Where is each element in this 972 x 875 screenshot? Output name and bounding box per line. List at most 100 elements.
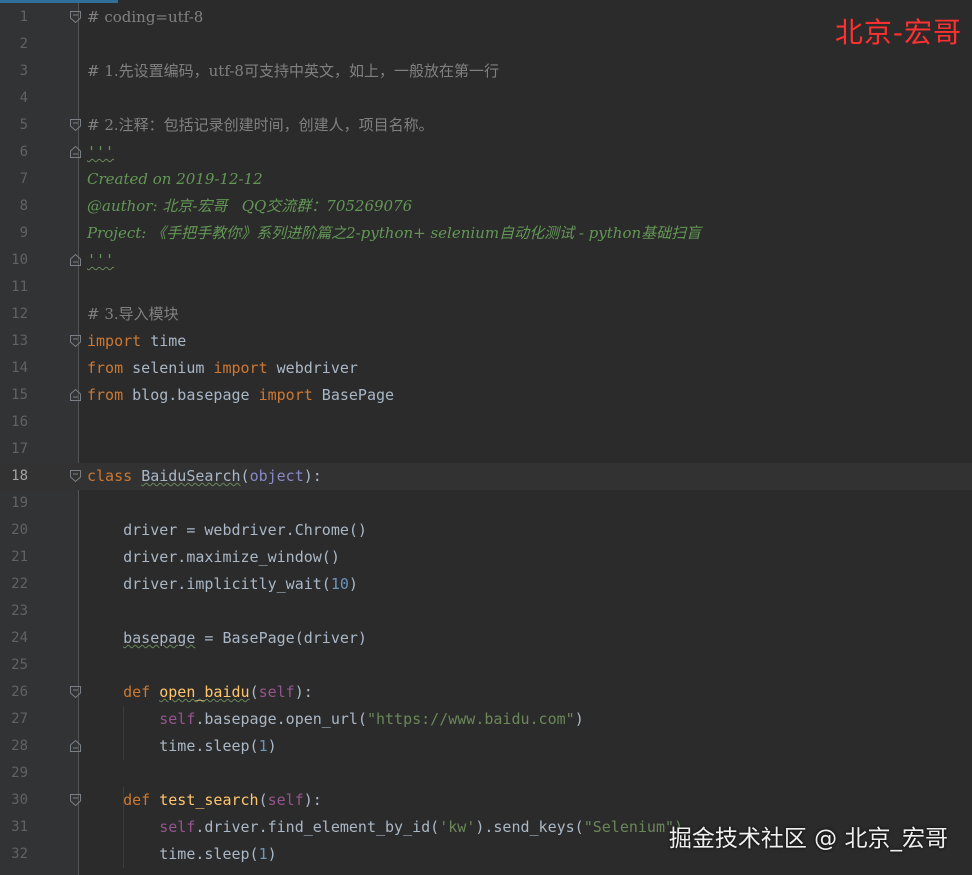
code-text[interactable]: driver = webdriver.Chrome() xyxy=(87,517,367,544)
code-line[interactable]: 12 # 3.导入模块 xyxy=(0,301,972,328)
code-token: 10 xyxy=(330,575,349,593)
code-text[interactable]: from selenium import webdriver xyxy=(87,355,358,382)
code-line[interactable]: 21 driver.maximize_window() xyxy=(0,544,972,571)
line-number: 15 xyxy=(11,387,28,403)
line-number: 30 xyxy=(11,792,28,808)
code-token: ( xyxy=(249,683,259,701)
code-token: driver = webdriver.Chrome() xyxy=(87,521,367,539)
code-line[interactable]: 30 def test_search(self): xyxy=(0,787,972,814)
code-text[interactable]: # 1.先设置编码，utf-8可支持中英文，如上，一般放在第一行 xyxy=(87,58,499,85)
code-line[interactable]: 18 class BaiduSearch(object): xyxy=(0,463,972,490)
fold-end-icon[interactable] xyxy=(70,146,81,158)
code-line[interactable]: 15 from blog.basepage import BasePage xyxy=(0,382,972,409)
line-number: 11 xyxy=(11,279,28,295)
code-text[interactable]: ''' xyxy=(87,247,114,274)
code-line[interactable]: 2 xyxy=(0,31,972,58)
code-line[interactable]: 14 from selenium import webdriver xyxy=(0,355,972,382)
fold-end-icon[interactable] xyxy=(70,740,81,752)
fold-collapse-icon[interactable] xyxy=(70,335,81,347)
code-line[interactable]: 22 driver.implicitly_wait(10) xyxy=(0,571,972,598)
code-text[interactable]: self.driver.find_element_by_id('kw').sen… xyxy=(87,814,683,841)
code-token: ( xyxy=(240,467,250,485)
code-text[interactable]: self.basepage.open_url("https://www.baid… xyxy=(87,706,583,733)
code-line[interactable]: 25 xyxy=(0,652,972,679)
fold-end-icon[interactable] xyxy=(70,254,81,266)
fold-collapse-icon[interactable] xyxy=(70,11,81,23)
line-number: 4 xyxy=(19,90,28,106)
line-number: 12 xyxy=(11,306,28,322)
code-line[interactable]: 24 basepage = BasePage(driver) xyxy=(0,625,972,652)
code-line[interactable]: 23 xyxy=(0,598,972,625)
code-text[interactable]: def test_search(self): xyxy=(87,787,322,814)
code-text[interactable]: basepage = BasePage(driver) xyxy=(87,625,367,652)
watermark-top: 北京-宏哥 xyxy=(834,16,962,49)
fold-end-icon[interactable] xyxy=(70,389,81,401)
code-editor[interactable]: 1 # coding=utf-8 2 3 # 1.先设置编码，utf-8可支持中英文，如… xyxy=(0,0,972,875)
code-line[interactable]: 27 self.basepage.open_url("https://www.b… xyxy=(0,706,972,733)
code-text[interactable]: # 2.注释：包括记录创建时间，创建人，项目名称。 xyxy=(87,112,434,139)
fold-collapse-icon[interactable] xyxy=(70,686,81,698)
code-token: import xyxy=(213,359,268,377)
code-text[interactable]: @author: 北京-宏哥 QQ交流群：705269076 xyxy=(87,193,412,220)
code-token: basepage xyxy=(123,629,196,647)
code-text[interactable]: Created on 2019-12-12 xyxy=(87,166,263,193)
code-text[interactable]: time.sleep(1) xyxy=(87,841,276,868)
code-line[interactable]: 9 Project: 《手把手教你》系列进阶篇之2-python+ seleniu… xyxy=(0,220,972,247)
line-number: 26 xyxy=(11,684,28,700)
line-number: 7 xyxy=(19,171,28,187)
line-number: 16 xyxy=(11,414,28,430)
code-token: open_baidu xyxy=(159,683,250,701)
code-token: ''' xyxy=(87,251,115,269)
code-line[interactable]: 26 def open_baidu(self): xyxy=(0,679,972,706)
fold-collapse-icon[interactable] xyxy=(70,794,81,806)
code-line[interactable]: 4 xyxy=(0,85,972,112)
code-token: BaiduSearch xyxy=(141,467,241,485)
code-token: ) xyxy=(267,737,277,755)
code-line[interactable]: 5 # 2.注释：包括记录创建时间，创建人，项目名称。 xyxy=(0,112,972,139)
fold-collapse-icon[interactable] xyxy=(70,119,81,131)
line-number: 29 xyxy=(11,765,28,781)
code-line[interactable]: 19 xyxy=(0,490,972,517)
code-text[interactable]: # 3.导入模块 xyxy=(87,301,179,328)
code-line[interactable]: 28 time.sleep(1) xyxy=(0,733,972,760)
fold-collapse-icon[interactable] xyxy=(70,470,81,482)
code-token: ) xyxy=(348,575,358,593)
code-token: # 2.注释：包括记录创建时间，创建人，项目名称。 xyxy=(87,116,434,134)
code-text[interactable]: import time xyxy=(87,328,186,355)
code-line[interactable]: 16 xyxy=(0,409,972,436)
code-token: import xyxy=(258,386,313,404)
code-line[interactable]: 3 # 1.先设置编码，utf-8可支持中英文，如上，一般放在第一行 xyxy=(0,58,972,85)
code-text[interactable]: time.sleep(1) xyxy=(87,733,277,760)
code-text[interactable]: class BaiduSearch(object): xyxy=(87,463,322,490)
code-text[interactable]: from blog.basepage import BasePage xyxy=(87,382,394,409)
code-token: ( xyxy=(258,791,268,809)
code-token: object xyxy=(249,467,304,485)
code-text[interactable]: Project: 《手把手教你》系列进阶篇之2-python+ selenium… xyxy=(87,220,701,247)
code-line[interactable]: 13 import time xyxy=(0,328,972,355)
code-line[interactable]: 1 # coding=utf-8 xyxy=(0,4,972,31)
code-line[interactable]: 10 ''' xyxy=(0,247,972,274)
code-line[interactable]: 20 driver = webdriver.Chrome() xyxy=(0,517,972,544)
code-line[interactable]: 11 xyxy=(0,274,972,301)
code-token: self xyxy=(258,683,295,701)
code-text[interactable]: driver.implicitly_wait(10) xyxy=(87,571,358,598)
code-token: self xyxy=(159,710,196,728)
code-text[interactable]: def open_baidu(self): xyxy=(87,679,313,706)
code-text[interactable]: ''' xyxy=(87,139,114,166)
code-text[interactable]: # coding=utf-8 xyxy=(87,4,203,31)
code-line[interactable]: 7 Created on 2019-12-12 xyxy=(0,166,972,193)
line-number: 28 xyxy=(11,738,28,754)
code-line[interactable]: 17 xyxy=(0,436,972,463)
code-line[interactable]: 8 @author: 北京-宏哥 QQ交流群：705269076 xyxy=(0,193,972,220)
code-text[interactable]: driver.maximize_window() xyxy=(87,544,340,571)
code-token: from xyxy=(87,386,124,404)
code-line[interactable]: 6 ''' xyxy=(0,139,972,166)
line-number: 19 xyxy=(11,495,28,511)
code-line[interactable]: 29 xyxy=(0,760,972,787)
line-number: 14 xyxy=(11,360,28,376)
code-token: def xyxy=(123,683,151,701)
